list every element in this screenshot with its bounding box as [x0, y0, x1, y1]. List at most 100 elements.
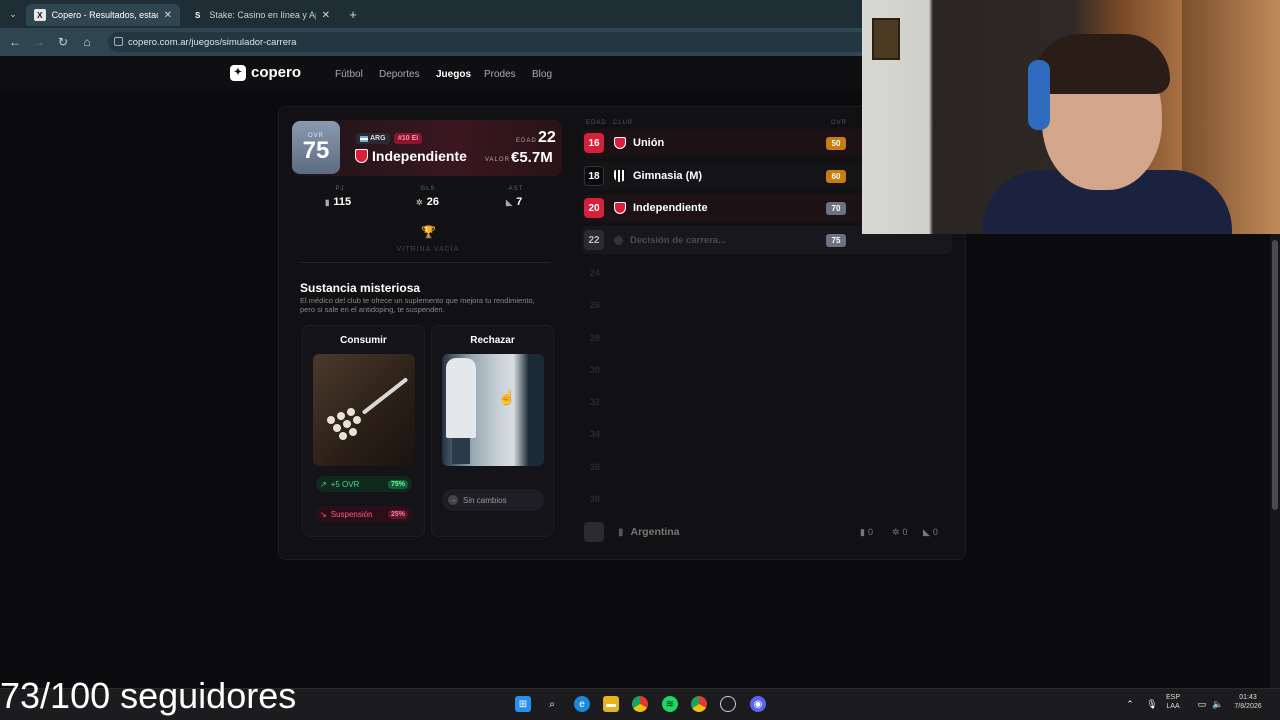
back-icon[interactable]: ← — [6, 33, 24, 51]
tab-title: Copero - Resultados, estadística — [51, 10, 158, 20]
close-tab-icon[interactable]: ✕ — [322, 10, 330, 21]
stat-label-pj: PJ — [335, 186, 345, 192]
shirt-icon: ▮ — [860, 526, 865, 537]
valor-value: €5.7M — [511, 149, 553, 166]
pills-syringe-image — [313, 354, 415, 466]
nav-prodes[interactable]: Prodes — [484, 69, 516, 80]
trend-down-icon: ↘ — [320, 509, 327, 519]
trophy-icon: 🏆 — [421, 225, 436, 239]
tab-title: Stake: Casino en línea y Apuesta — [209, 10, 315, 20]
doctor-image — [442, 354, 544, 466]
row-club: Gimnasia (M) — [633, 170, 703, 182]
argentina-flag-icon — [360, 135, 368, 142]
microphone-icon[interactable]: 🎙 — [1144, 696, 1160, 712]
row-club: Decisión de carrera... — [630, 234, 727, 246]
row-age: 16 — [584, 133, 604, 153]
stake-favicon-icon: S — [195, 10, 201, 20]
effect-text: Sin cambios — [463, 495, 507, 505]
search-icon[interactable]: ⌕ — [544, 696, 560, 712]
stat-pj: ▮ 115 — [325, 196, 351, 208]
nav-juegos[interactable]: Juegos — [436, 69, 471, 80]
effect-no-change: → Sin cambios — [442, 489, 544, 511]
row-ovr: 60 — [826, 169, 846, 183]
time: 01:43 — [1239, 694, 1257, 701]
tray-chevron-icon[interactable]: ⌃ — [1122, 696, 1138, 712]
url-input[interactable]: copero.com.ar/juegos/simulador-carrera — [108, 32, 868, 52]
reload-icon[interactable]: ↻ — [54, 33, 72, 51]
nav-deportes[interactable]: Deportes — [379, 69, 420, 80]
spotify-icon[interactable]: ≋ — [662, 696, 678, 712]
chrome-icon[interactable] — [632, 696, 648, 712]
valor-label: VALOR — [485, 157, 510, 163]
site-info-icon[interactable] — [114, 37, 123, 46]
nav-blog[interactable]: Blog — [532, 69, 552, 80]
close-tab-icon[interactable]: ✕ — [164, 10, 172, 21]
country-code: ARG — [370, 135, 386, 142]
national-team: Argentina — [630, 526, 680, 538]
option-title: Consumir — [340, 335, 387, 346]
obs-icon[interactable] — [720, 696, 736, 712]
forward-icon[interactable]: → — [30, 33, 48, 51]
boot-icon: ◣ — [506, 197, 513, 207]
date: 7/8/2026 — [1234, 703, 1262, 710]
gimnasia-crest-icon — [614, 170, 626, 182]
boot-icon: ◣ — [923, 526, 930, 537]
stat-value: 0 — [902, 526, 908, 537]
stat-value: 0 — [867, 526, 873, 537]
independiente-crest-icon — [355, 149, 368, 163]
empty-age: 24 — [589, 268, 600, 278]
ball-icon: ✲ — [416, 197, 423, 207]
new-tab-button[interactable]: + — [344, 5, 362, 23]
row-age: 20 — [584, 198, 604, 218]
effect-text: Suspensión — [330, 509, 373, 519]
row-age: 22 — [584, 230, 604, 250]
ovr-value: 75 — [302, 136, 330, 164]
site-logo[interactable]: ✦ copero — [230, 64, 301, 81]
empty-age: 26 — [589, 300, 600, 310]
current-club: Independiente — [372, 148, 467, 164]
row-club: Independiente — [633, 202, 708, 214]
nav-futbol[interactable]: Fútbol — [335, 69, 363, 80]
stat-value: 7 — [516, 196, 523, 208]
option-title: Rechazar — [470, 335, 515, 346]
volume-icon[interactable]: 🔈 — [1210, 696, 1226, 712]
lang-2: LAA — [1166, 703, 1180, 710]
stat-label-gls: GLS — [420, 186, 436, 192]
empty-age: 38 — [589, 494, 600, 504]
tab-stake[interactable]: S Stake: Casino en línea y Apuesta ✕ — [184, 4, 338, 26]
clock[interactable]: 01:43 7/8/2026 — [1230, 693, 1266, 711]
effect-text: +5 OVR — [330, 479, 360, 489]
arrow-right-icon: → — [448, 495, 458, 505]
edge-icon[interactable]: e — [574, 696, 590, 712]
stat-gls: ✲ 26 — [416, 196, 439, 208]
network-icon[interactable]: ▭ — [1194, 696, 1210, 712]
url-text: copero.com.ar/juegos/simulador-carrera — [128, 36, 297, 48]
row-age: 18 — [584, 166, 604, 186]
effect-ovr-up: ↗ +5 OVR 75% — [316, 476, 412, 492]
discord-icon[interactable]: ◉ — [750, 696, 766, 712]
union-crest-icon — [614, 137, 626, 149]
home-icon[interactable]: ⌂ — [78, 33, 96, 51]
language-indicator[interactable]: ESP LAA — [1166, 693, 1180, 711]
pending-icon — [614, 235, 623, 245]
event-title: Sustancia misteriosa — [300, 281, 421, 295]
tab-copero[interactable]: X Copero - Resultados, estadística ✕ — [26, 4, 180, 26]
row-ovr: 75 — [826, 233, 846, 247]
file-explorer-icon[interactable]: ▬ — [603, 696, 619, 712]
stat-label-ast: AST — [508, 186, 524, 192]
tab-list-icon[interactable]: ⌄ — [4, 5, 22, 23]
logo-text: copero — [251, 64, 302, 81]
divider — [300, 262, 550, 263]
windows-start-icon[interactable]: ⊞ — [515, 696, 531, 712]
trophy-cabinet-empty: VITRINA VACÍA — [396, 246, 460, 253]
edad-label: EDAD — [516, 138, 537, 144]
empty-age: 34 — [589, 429, 600, 439]
country-tag: ARG — [356, 133, 390, 144]
page-scrollbar[interactable] — [1270, 234, 1280, 690]
scrollbar-thumb[interactable] — [1272, 240, 1278, 510]
number-tag: #10 EI — [394, 133, 423, 144]
national-team-row: ▮ Argentina ▮ 0 ✲ 0 ◣ 0 — [582, 520, 962, 544]
copero-favicon-icon: X — [34, 9, 46, 21]
lang-1: ESP — [1166, 694, 1181, 701]
chrome-active-icon[interactable] — [691, 696, 707, 712]
